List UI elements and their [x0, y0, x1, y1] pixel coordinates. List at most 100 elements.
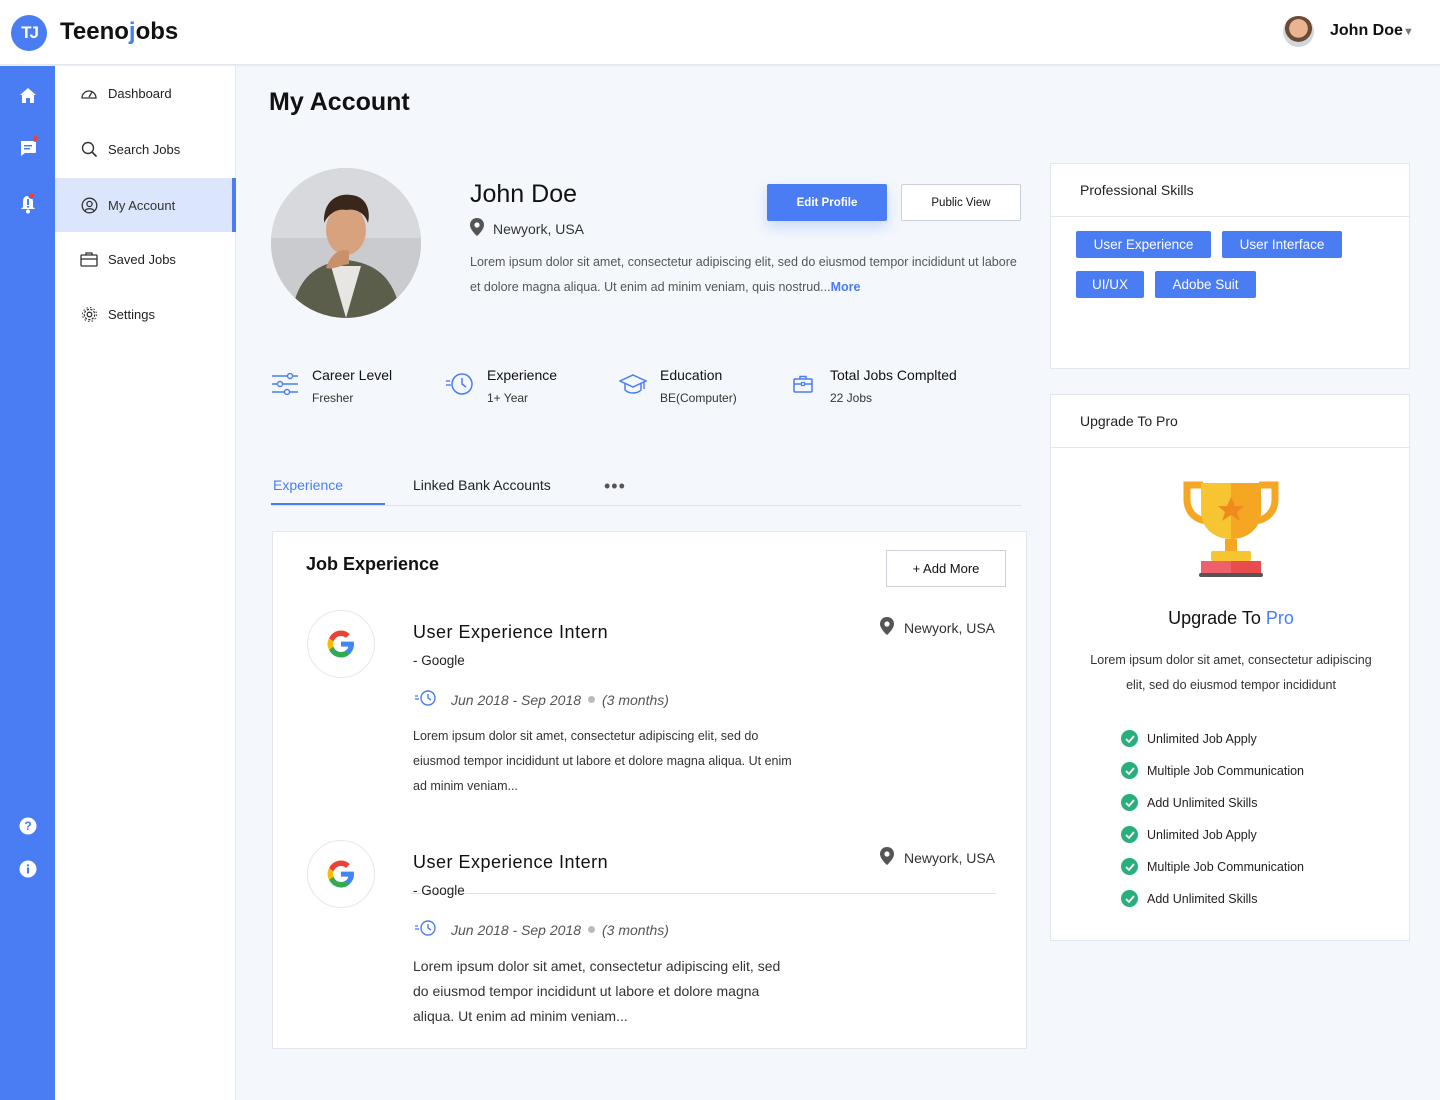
logo-text-accent: j	[128, 18, 136, 45]
stat-total-jobs: Total Jobs Complted 22 Jobs	[789, 364, 957, 405]
briefcase-icon	[789, 370, 817, 398]
divider	[411, 893, 996, 894]
location-pin-icon	[470, 218, 484, 239]
more-link[interactable]: More	[831, 280, 861, 294]
google-logo-icon	[307, 840, 375, 908]
feature-label: Unlimited Job Apply	[1147, 731, 1257, 746]
job-location: Newyork, USA	[880, 847, 995, 868]
tab-experience[interactable]: Experience	[273, 477, 343, 493]
sidebar-item-label: Settings	[108, 306, 155, 322]
edit-profile-button[interactable]: Edit Profile	[767, 184, 887, 221]
upgrade-heading-accent: Pro	[1265, 608, 1294, 628]
sidebar-item-dashboard[interactable]: Dashboard	[55, 66, 236, 120]
check-icon	[1121, 890, 1138, 907]
professional-skills-panel: Professional Skills User Experience User…	[1050, 163, 1410, 369]
google-logo-icon	[307, 610, 375, 678]
logo-wordmark[interactable]: Teenojobs	[60, 18, 178, 46]
gauge-icon	[80, 84, 98, 102]
job-description: Lorem ipsum dolor sit amet, consectetur …	[413, 729, 792, 793]
job-dates: Jun 2018 - Sep 2018 (3 months)	[415, 689, 669, 710]
separator-dot	[588, 926, 595, 933]
sidebar-item-saved-jobs[interactable]: Saved Jobs	[55, 232, 236, 286]
notification-dot	[32, 135, 39, 142]
feature-item: Multiple Job Communication	[1121, 762, 1304, 779]
profile-location: Newyork, USA	[470, 218, 584, 239]
stat-experience: Experience 1+ Year	[446, 364, 557, 405]
user-avatar[interactable]	[1283, 16, 1314, 47]
job-date-range: Jun 2018 - Sep 2018	[451, 921, 581, 938]
feature-label: Multiple Job Communication	[1147, 763, 1305, 778]
more-tabs-icon[interactable]: •••	[604, 476, 626, 497]
sidebar: Dashboard Search Jobs My Account Saved J…	[55, 66, 236, 1100]
job-experience-card: Job Experience + Add More User Experienc…	[272, 531, 1027, 1049]
job-date-range: Jun 2018 - Sep 2018	[451, 691, 581, 708]
help-icon[interactable]: ?	[17, 815, 39, 837]
home-icon[interactable]	[17, 84, 39, 106]
logo-badge[interactable]: TJ	[11, 15, 47, 51]
profile-photo	[271, 168, 421, 318]
profile-tabs: Experience Linked Bank Accounts •••	[271, 470, 1021, 506]
sidebar-item-my-account[interactable]: My Account	[55, 178, 236, 232]
user-circle-icon	[80, 196, 98, 214]
sidebar-item-label: Search Jobs	[108, 141, 181, 157]
skill-tag[interactable]: UI/UX	[1076, 271, 1144, 298]
check-icon	[1121, 794, 1138, 811]
briefcase-icon	[80, 250, 98, 268]
stat-education: Education BE(Computer)	[619, 364, 737, 405]
job-company: - Google	[413, 883, 465, 898]
profile-bio: Lorem ipsum dolor sit amet, consectetur …	[470, 250, 1020, 300]
stat-value: BE(Computer)	[660, 391, 737, 405]
chat-icon[interactable]	[17, 135, 39, 159]
job-duration: (3 months)	[602, 921, 669, 938]
profile-name: John Doe	[470, 180, 578, 208]
page-title: My Account	[269, 88, 410, 116]
separator-dot	[588, 696, 595, 703]
feature-item: Unlimited Job Apply	[1121, 730, 1257, 747]
upgrade-pro-panel: Upgrade To Pro Upgrade To Pro Lorem ipsu…	[1050, 394, 1410, 941]
clock-icon	[415, 689, 437, 710]
clock-icon	[415, 919, 437, 940]
graduation-cap-icon	[619, 370, 647, 398]
panel-title: Professional Skills	[1051, 164, 1409, 217]
check-icon	[1121, 826, 1138, 843]
feature-item: Add Unlimited Skills	[1121, 794, 1257, 811]
bell-icon[interactable]	[17, 192, 39, 215]
profile-bio-text: Lorem ipsum dolor sit amet, consectetur …	[470, 255, 1017, 294]
icon-rail: ?	[0, 66, 55, 1100]
job-title: User Experience Intern	[413, 852, 609, 872]
stat-label: Education	[660, 367, 723, 383]
trophy-icon	[1183, 481, 1279, 584]
info-icon[interactable]	[17, 858, 39, 880]
location-pin-icon	[880, 617, 894, 638]
job-dates: Jun 2018 - Sep 2018 (3 months)	[415, 919, 669, 940]
skill-tag[interactable]: Adobe Suit	[1155, 271, 1256, 298]
upgrade-heading: Upgrade To Pro	[1051, 608, 1411, 629]
stat-value: Fresher	[312, 391, 354, 405]
add-more-button[interactable]: + Add More	[886, 550, 1006, 587]
tab-linked-bank-accounts[interactable]: Linked Bank Accounts	[413, 477, 551, 493]
upgrade-heading-text: Upgrade To	[1168, 608, 1266, 628]
sidebar-item-search-jobs[interactable]: Search Jobs	[55, 122, 236, 176]
stat-label: Experience	[487, 367, 558, 383]
top-header: TJ Teenojobs John Doe ▼	[0, 0, 1440, 65]
sidebar-item-settings[interactable]: Settings	[55, 287, 236, 341]
skill-tag[interactable]: User Interface	[1222, 231, 1342, 258]
job-location: Newyork, USA	[880, 617, 995, 638]
public-view-button[interactable]: Public View	[901, 184, 1021, 221]
svg-text:?: ?	[24, 819, 31, 833]
job-title: User Experience Intern	[413, 622, 609, 642]
feature-item: Unlimited Job Apply	[1121, 826, 1257, 843]
sidebar-item-label: My Account	[108, 197, 176, 213]
feature-item: Multiple Job Communication	[1121, 858, 1304, 875]
chevron-down-icon[interactable]: ▼	[1403, 26, 1414, 38]
job-duration: (3 months)	[602, 691, 669, 708]
feature-label: Multiple Job Communication	[1147, 859, 1305, 874]
clock-icon	[446, 370, 474, 398]
job-description: Lorem ipsum dolor sit amet, consectetur …	[413, 958, 781, 1024]
check-icon	[1121, 762, 1138, 779]
user-name[interactable]: John Doe	[1330, 22, 1403, 40]
profile-location-text: Newyork, USA	[493, 220, 585, 237]
skill-tag[interactable]: User Experience	[1076, 231, 1211, 258]
job-location-text: Newyork, USA	[904, 849, 996, 866]
stat-label: Career Level	[312, 367, 393, 383]
